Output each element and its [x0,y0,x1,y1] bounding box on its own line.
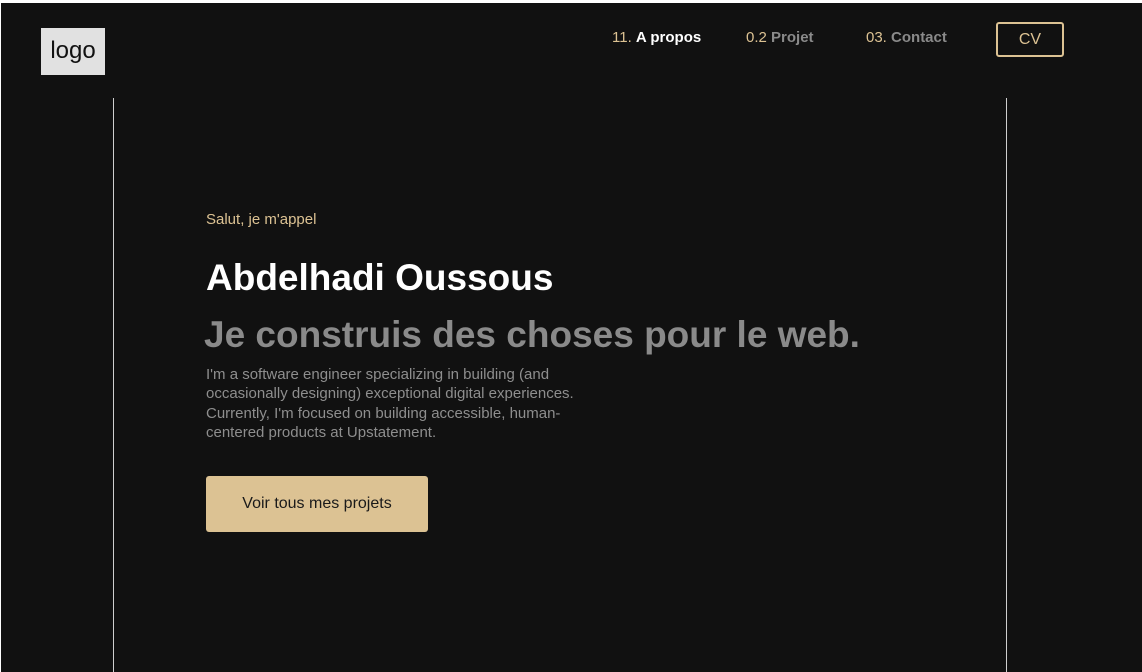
cv-button[interactable]: CV [996,22,1064,57]
bio-line: occasionally designing) exceptional digi… [206,385,574,403]
left-divider-line [113,98,114,672]
right-divider-line [1006,98,1007,672]
nav-item-label: Projet [771,29,814,46]
nav-item-label: A propos [635,29,702,46]
view-projects-button[interactable]: Voir tous mes projets [206,476,428,532]
nav-item-number: 0.2 [746,29,767,46]
nav-item-projet[interactable]: 0.2 Projet [746,29,814,46]
hero-name: Abdelhadi Oussous [206,257,554,298]
nav-item-number: 11. [612,29,632,46]
hero-greeting: Salut, je m'appel [206,211,317,228]
nav-item-number: 03. [866,29,887,46]
hero-tagline: Je construis des choses pour le web. [204,314,860,355]
bio-line: centered products at Upstatement. [206,423,437,441]
bio-line: I'm a software engineer specializing in … [206,366,550,383]
hero-bio: I'm a software engineer specializing in … [206,365,646,442]
page: logo 11. A propos 0.2 Projet 03. Contact… [1,3,1142,672]
bio-line: Currently, I'm focused on building acces… [206,404,561,422]
nav-item-contact[interactable]: 03. Contact [866,29,947,46]
logo[interactable]: logo [41,28,105,75]
nav-item-label: Contact [891,29,947,46]
nav-item-a-propos[interactable]: 11. A propos [612,29,701,46]
